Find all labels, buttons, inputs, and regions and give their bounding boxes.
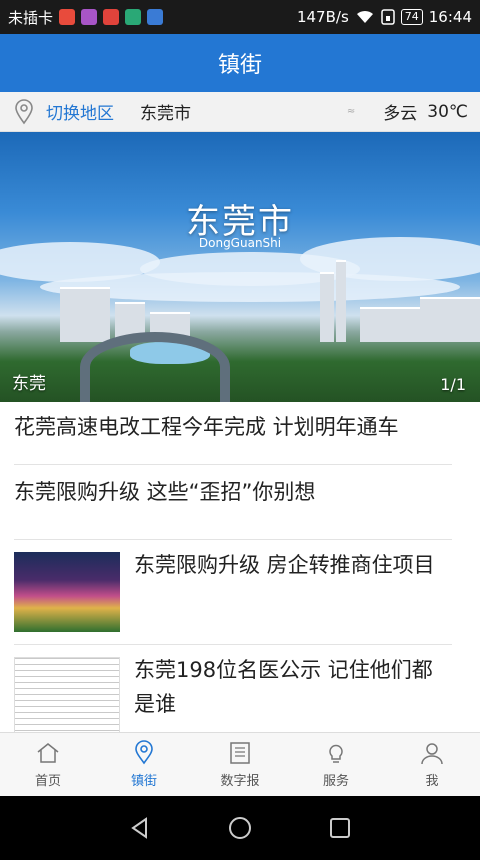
notification-app-icon: [125, 9, 142, 25]
news-title: 东莞198位名医公示 记住他们都是谁: [134, 658, 433, 716]
road-decoration: [80, 332, 230, 402]
tab-label: 我: [425, 774, 439, 789]
tab-digital-paper[interactable]: 数字报: [192, 733, 288, 796]
status-bar: 未插卡 147B/s 74 16:44: [0, 0, 480, 34]
user-icon: [421, 743, 443, 765]
tab-services[interactable]: 服务: [288, 733, 384, 796]
tab-home[interactable]: 首页: [0, 733, 96, 796]
news-item[interactable]: 花莞高速电改工程今年完成 计划明年通车: [14, 402, 452, 465]
banner-caption: 东莞: [12, 374, 46, 394]
recents-icon[interactable]: [326, 814, 354, 842]
notification-app-icon: [103, 9, 120, 25]
lightbulb-icon: [329, 744, 343, 763]
location-pin-icon: [15, 98, 33, 124]
tab-me[interactable]: 我: [384, 733, 480, 796]
back-icon[interactable]: [126, 814, 154, 842]
news-thumbnail: [14, 552, 120, 632]
news-thumbnail: [14, 657, 120, 737]
tab-label: 数字报: [220, 774, 260, 789]
bottom-tab-bar: 首页 镇街 数字报 服务 我: [0, 732, 480, 796]
weather-info: ≈ 多云 30℃: [346, 99, 468, 125]
carrier-label: 未插卡: [8, 8, 54, 27]
news-title: 花莞高速电改工程今年完成 计划明年通车: [14, 415, 399, 439]
clock: 16:44: [428, 8, 472, 26]
app-screen: 镇街 切换地区 东莞市 ≈ 多云 30℃ 东莞市 DongGuanShi 东莞 …: [0, 34, 480, 796]
tab-towns[interactable]: 镇街: [96, 733, 192, 796]
title-bar: 镇街: [0, 34, 480, 92]
notification-app-icon: [59, 9, 76, 25]
system-nav-bar: [0, 796, 480, 860]
current-city: 东莞市: [140, 104, 191, 124]
building-decoration: [320, 272, 334, 342]
weather-icon: ≈: [346, 106, 356, 117]
location-bar: 切换地区 东莞市 ≈ 多云 30℃: [0, 92, 480, 132]
news-item[interactable]: 东莞限购升级 这些“歪招”你别想: [14, 465, 452, 540]
tab-label: 首页: [34, 774, 61, 789]
news-title: 东莞限购升级 房企转推商住项目: [134, 553, 435, 577]
news-title: 东莞限购升级 这些“歪招”你别想: [14, 480, 316, 504]
switch-region-link[interactable]: 切换地区: [46, 99, 114, 124]
wifi-icon: [356, 10, 373, 23]
weather-temperature: 30℃: [427, 101, 468, 122]
banner-subtitle: DongGuanShi: [198, 236, 282, 250]
weather-condition: 多云: [383, 104, 418, 124]
notification-app-icon: [81, 9, 98, 25]
building-decoration: [60, 287, 110, 342]
building-decoration: [336, 260, 346, 342]
battery-indicator: 74: [400, 9, 423, 25]
banner-carousel[interactable]: 东莞市 DongGuanShi 东莞 1/1: [0, 132, 480, 402]
building-decoration: [360, 307, 420, 342]
home-icon: [37, 743, 59, 763]
banner-pager: 1/1: [440, 375, 466, 394]
page-title: 镇街: [217, 53, 262, 78]
network-speed: 147B/s: [296, 8, 349, 26]
home-button-icon[interactable]: [226, 814, 254, 842]
news-list: 花莞高速电改工程今年完成 计划明年通车 东莞限购升级 这些“歪招”你别想 东莞限…: [0, 402, 480, 749]
tab-label: 服务: [322, 774, 349, 789]
building-decoration: [420, 297, 480, 342]
sim-icon: [381, 9, 395, 25]
news-item[interactable]: 东莞限购升级 房企转推商住项目: [14, 540, 452, 645]
newspaper-icon: [230, 742, 250, 764]
tab-label: 镇街: [130, 774, 157, 789]
location-pin-icon: [135, 740, 153, 765]
notification-app-icon: [147, 9, 164, 25]
